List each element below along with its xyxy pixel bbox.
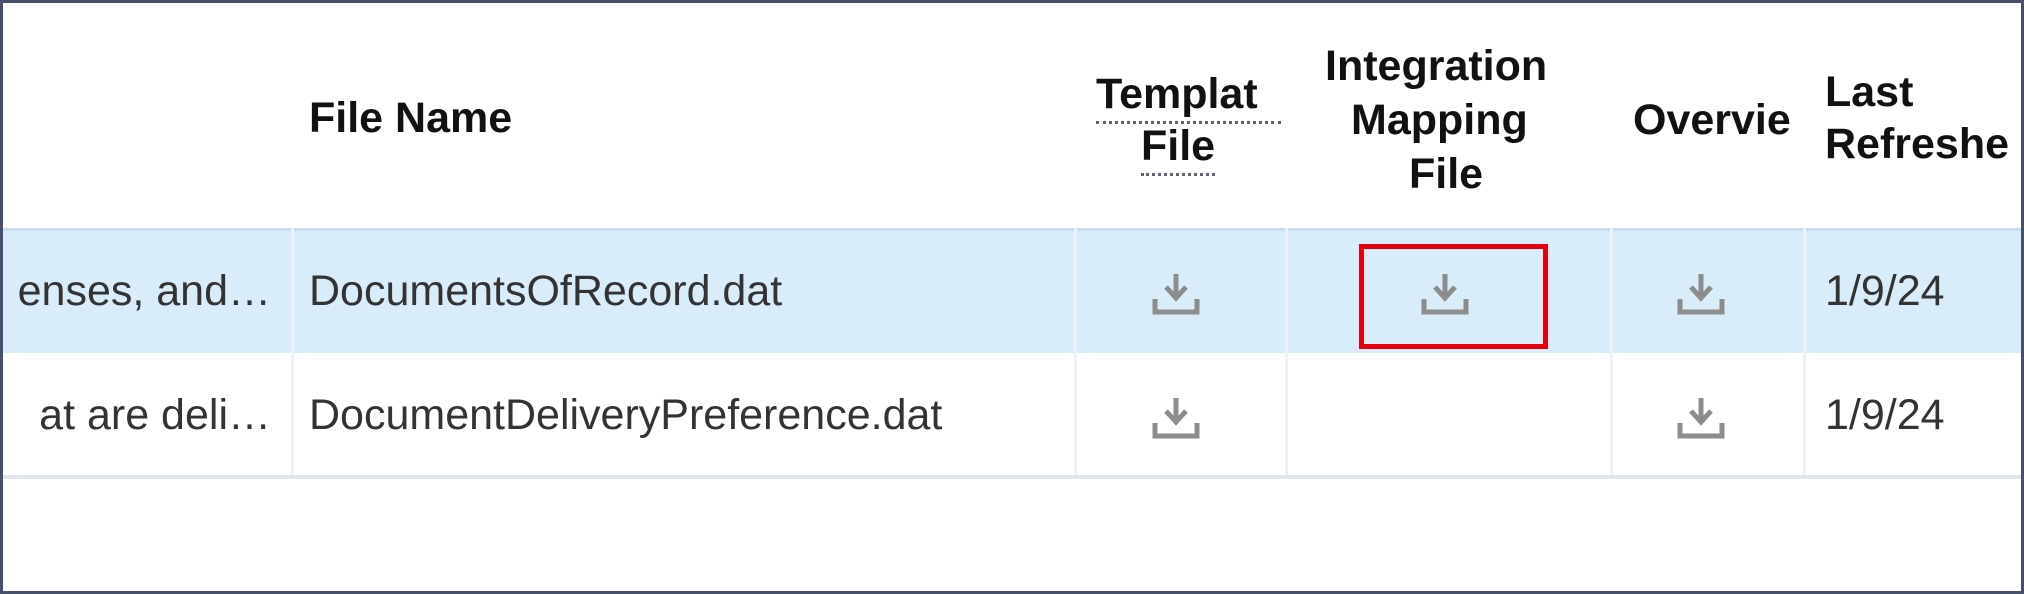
- column-header-last-refreshed-line2: Refreshe: [1825, 120, 2010, 168]
- download-icon[interactable]: [1676, 394, 1726, 442]
- download-icon[interactable]: [1151, 270, 1201, 318]
- column-header-template-file-line2: File: [1141, 119, 1216, 176]
- column-header-last-refreshed-line1: Last: [1825, 68, 1914, 116]
- column-header-integration-line1: Integration: [1325, 42, 1548, 90]
- column-header-integration-line2: Mapping: [1351, 96, 1528, 144]
- column-divider: [1610, 228, 1613, 475]
- column-header-template-file-line1: Templat: [1096, 67, 1281, 124]
- column-header-integration-line3: File: [1409, 150, 1484, 198]
- row-last-refreshed-cell: 1/9/24: [1825, 267, 1945, 315]
- row-description-cell: enses, and…: [17, 267, 271, 315]
- highlight-annotation-box: [1359, 244, 1548, 349]
- column-divider: [1074, 228, 1077, 475]
- column-divider: [1803, 228, 1806, 475]
- download-icon[interactable]: [1151, 394, 1201, 442]
- table-frame: File Name Templat File Integration Mappi…: [0, 0, 2024, 594]
- row-divider: [3, 475, 2021, 479]
- row-description-cell: at are deli…: [39, 391, 271, 439]
- column-header-overview[interactable]: Overvie: [1633, 93, 1803, 147]
- row-last-refreshed-cell: 1/9/24: [1825, 391, 1945, 439]
- download-icon[interactable]: [1676, 270, 1726, 318]
- column-divider: [1285, 228, 1288, 475]
- column-divider: [291, 228, 294, 475]
- column-header-file-name[interactable]: File Name: [309, 91, 512, 145]
- row-file-name-cell: DocumentDeliveryPreference.dat: [309, 391, 943, 439]
- row-file-name-cell: DocumentsOfRecord.dat: [309, 267, 783, 315]
